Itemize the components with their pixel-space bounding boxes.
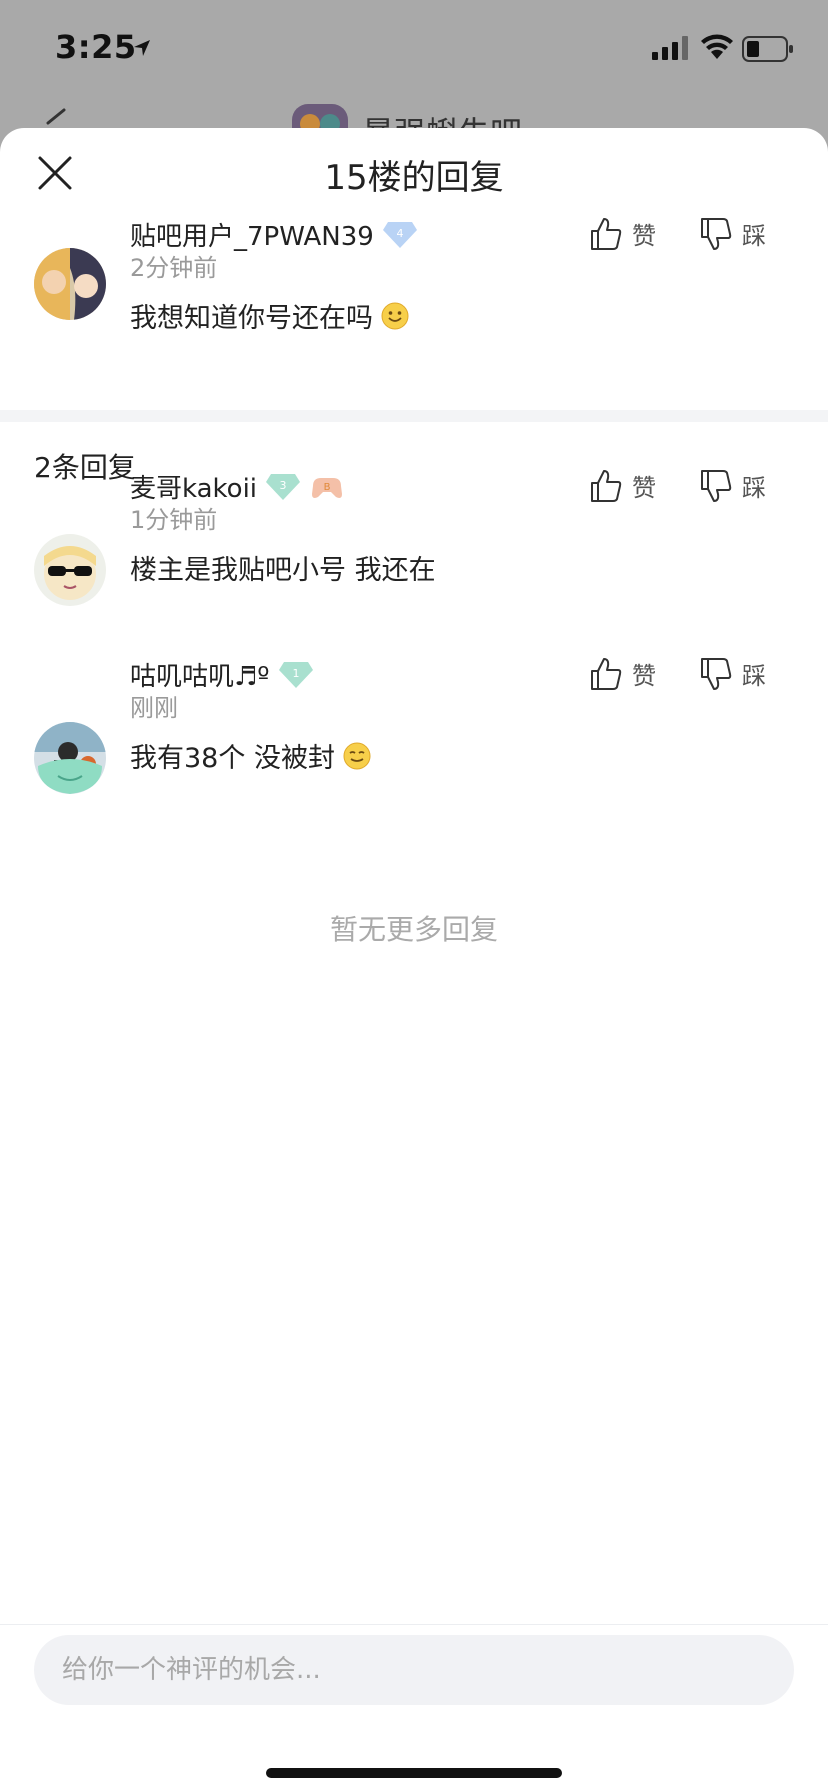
like-label: 赞: [632, 222, 656, 250]
avatar[interactable]: [34, 722, 106, 794]
sheet-title: 15楼的回复: [324, 158, 504, 198]
avatar[interactable]: [34, 248, 106, 320]
comment-bar: [0, 1624, 828, 1792]
no-more-replies: 暂无更多回复: [329, 913, 498, 946]
dislike-label: 踩: [742, 474, 766, 502]
wifi-icon: [701, 34, 733, 59]
comment-time: 刚刚: [130, 694, 178, 722]
svg-text:3: 3: [280, 479, 287, 492]
section-divider: [0, 410, 828, 422]
avatar[interactable]: [34, 534, 106, 606]
like-label: 赞: [632, 662, 656, 690]
thumbs-down-icon: [701, 469, 732, 502]
cellular-signal-icon: [652, 36, 688, 60]
comment-input[interactable]: [34, 1635, 794, 1705]
comment-time: 2分钟前: [130, 254, 218, 282]
status-time: 3:25: [55, 28, 137, 66]
like-label: 赞: [632, 474, 656, 502]
dislike-button[interactable]: 踩: [700, 468, 766, 503]
location-arrow-icon: [134, 40, 150, 56]
dislike-label: 踩: [742, 662, 766, 690]
home-indicator[interactable]: [266, 1768, 562, 1778]
dislike-label: 踩: [742, 222, 766, 250]
svg-text:B: B: [324, 482, 331, 493]
replies-sheet: 15楼的回复 贴吧用户_7PWAN39 4 2分钟前 我想知道你号还在吗 赞 踩…: [0, 128, 828, 1792]
svg-text:1: 1: [292, 667, 299, 680]
reply-count: 2条回复: [34, 451, 136, 484]
status-bar: 3:25: [0, 0, 828, 100]
thumbs-up-icon: [591, 469, 622, 502]
svg-text:4: 4: [396, 227, 403, 240]
like-button[interactable]: 赞: [590, 468, 656, 503]
thumbs-up-icon: [591, 657, 622, 690]
smile-emoji-icon: [381, 302, 409, 329]
thumbs-down-icon: [701, 217, 732, 250]
level-badge-icon: 1: [278, 661, 313, 688]
like-button[interactable]: 赞: [590, 216, 656, 251]
comment-text: 我想知道你号还在吗: [130, 296, 409, 335]
level-badge-icon: 4: [382, 221, 417, 248]
smirk-emoji-icon: [343, 742, 371, 769]
thumbs-up-icon: [591, 217, 622, 250]
sheet-header: 15楼的回复: [0, 128, 828, 218]
thumbs-down-icon: [701, 657, 732, 690]
dislike-button[interactable]: 踩: [700, 656, 766, 691]
dislike-button[interactable]: 踩: [700, 216, 766, 251]
like-button[interactable]: 赞: [590, 656, 656, 691]
battery-icon: [742, 36, 793, 62]
comment-text: 楼主是我贴吧小号 我还在: [130, 555, 436, 586]
comment-time: 1分钟前: [130, 506, 218, 534]
game-controller-badge-icon: B: [312, 477, 343, 498]
level-badge-icon: 3: [266, 473, 301, 500]
comment-text: 我有38个 没被封: [130, 736, 371, 775]
